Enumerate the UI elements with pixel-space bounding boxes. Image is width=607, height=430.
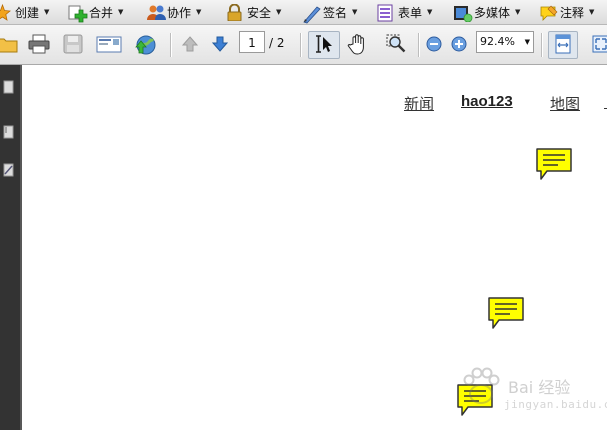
comment-menu-label: 注释 — [560, 5, 585, 20]
sign-menu-label: 签名 — [323, 5, 348, 20]
chevron-down-icon: ▼ — [427, 8, 433, 16]
security-menu-label: 安全 — [247, 5, 272, 20]
multimedia-film-icon — [453, 4, 473, 22]
zoom-in-icon — [451, 36, 467, 55]
watermark-url: jingyan.baidu.com — [504, 398, 607, 411]
full-screen-button[interactable] — [588, 32, 607, 58]
watermark: Bai 经验 jingyan.baidu.com — [458, 364, 607, 424]
forms-icon — [377, 4, 394, 21]
menu-toolbar: 创建 ▼ 合并 ▼ 协作 ▼ 安全 ▼ 签名 ▼ 表单 ▼ 多媒体 ▼ 注释 ▼ — [0, 0, 607, 25]
magnifier-icon — [384, 33, 408, 58]
collaborate-people-icon — [146, 4, 166, 21]
create-star-icon — [0, 3, 11, 21]
chevron-down-icon: ▼ — [276, 8, 282, 16]
upload-web-button[interactable] — [132, 32, 158, 58]
full-screen-icon — [591, 34, 607, 57]
forms-menu-label: 表单 — [398, 5, 423, 20]
save-disk-icon — [63, 34, 83, 57]
hand-icon — [347, 33, 369, 58]
comment-menu[interactable]: 注释 ▼ — [539, 0, 594, 24]
watermark-text: Bai 经验 — [508, 378, 571, 397]
text-select-cursor-icon — [313, 34, 335, 57]
fit-width-icon — [553, 34, 573, 57]
multimedia-menu[interactable]: 多媒体 ▼ — [453, 0, 520, 24]
attachments-icon[interactable] — [3, 125, 15, 139]
create-menu[interactable]: 创建 ▼ — [0, 0, 49, 24]
combine-menu-label: 合并 — [89, 5, 114, 20]
security-menu[interactable]: 安全 ▼ — [226, 0, 281, 24]
marquee-zoom-button[interactable] — [383, 32, 409, 58]
zoom-in-button[interactable] — [448, 32, 470, 58]
next-page-button[interactable] — [207, 32, 233, 58]
arrow-up-icon — [180, 34, 200, 57]
zoom-out-button[interactable] — [423, 32, 445, 58]
save-button[interactable] — [60, 32, 86, 58]
link-news[interactable]: 新闻 — [404, 93, 434, 114]
chevron-down-icon: ▼ — [515, 8, 521, 16]
chevron-down-icon: ▼ — [196, 8, 202, 16]
folder-icon — [0, 35, 18, 56]
zoom-level-select[interactable]: 92.4% ▼ — [476, 31, 534, 53]
open-folder-button[interactable] — [0, 32, 20, 58]
navigation-panel — [0, 65, 20, 430]
chevron-down-icon: ▼ — [118, 8, 124, 16]
chevron-down-icon: ▼ — [524, 38, 530, 46]
email-button[interactable] — [96, 32, 122, 58]
signatures-icon[interactable] — [3, 163, 15, 177]
chevron-down-icon: ▼ — [44, 8, 50, 16]
create-menu-label: 创建 — [15, 5, 40, 20]
fit-width-button[interactable] — [548, 31, 578, 59]
collaborate-menu[interactable]: 协作 ▼ — [146, 0, 201, 24]
link-map[interactable]: 地图 — [550, 93, 580, 114]
paw-logo-icon — [463, 367, 500, 404]
toolbar-divider — [170, 33, 171, 57]
comment-note[interactable] — [487, 296, 525, 330]
combine-menu[interactable]: 合并 ▼ — [68, 0, 123, 24]
toolbar-divider — [300, 33, 301, 57]
toolbar-divider — [418, 33, 419, 57]
chevron-down-icon: ▼ — [589, 8, 595, 16]
printer-icon — [28, 34, 50, 57]
globe-upload-icon — [133, 33, 157, 58]
hand-tool-button[interactable] — [345, 32, 371, 58]
email-envelope-icon — [96, 34, 122, 57]
sign-menu[interactable]: 签名 ▼ — [302, 0, 357, 24]
comment-note[interactable] — [535, 147, 573, 181]
previous-page-button[interactable] — [177, 32, 203, 58]
print-button[interactable] — [26, 32, 52, 58]
sign-pen-icon — [302, 4, 321, 23]
arrow-down-icon — [210, 34, 230, 57]
page-number-input[interactable]: 1 — [239, 31, 265, 53]
forms-menu[interactable]: 表单 ▼ — [377, 0, 432, 24]
pages-icon[interactable] — [3, 80, 15, 94]
toolbar-divider — [541, 33, 542, 57]
chevron-down-icon: ▼ — [352, 8, 358, 16]
combine-plus-icon — [68, 4, 88, 22]
page-total-label: / 2 — [269, 36, 285, 50]
multimedia-menu-label: 多媒体 — [474, 5, 511, 20]
comment-icon — [539, 4, 558, 21]
zoom-out-icon — [426, 36, 442, 55]
select-tool-button[interactable] — [308, 31, 340, 59]
security-lock-icon — [226, 3, 243, 21]
zoom-level-value: 92.4% — [480, 35, 515, 48]
collaborate-menu-label: 协作 — [167, 5, 192, 20]
link-hao123[interactable]: hao123 — [461, 93, 513, 110]
